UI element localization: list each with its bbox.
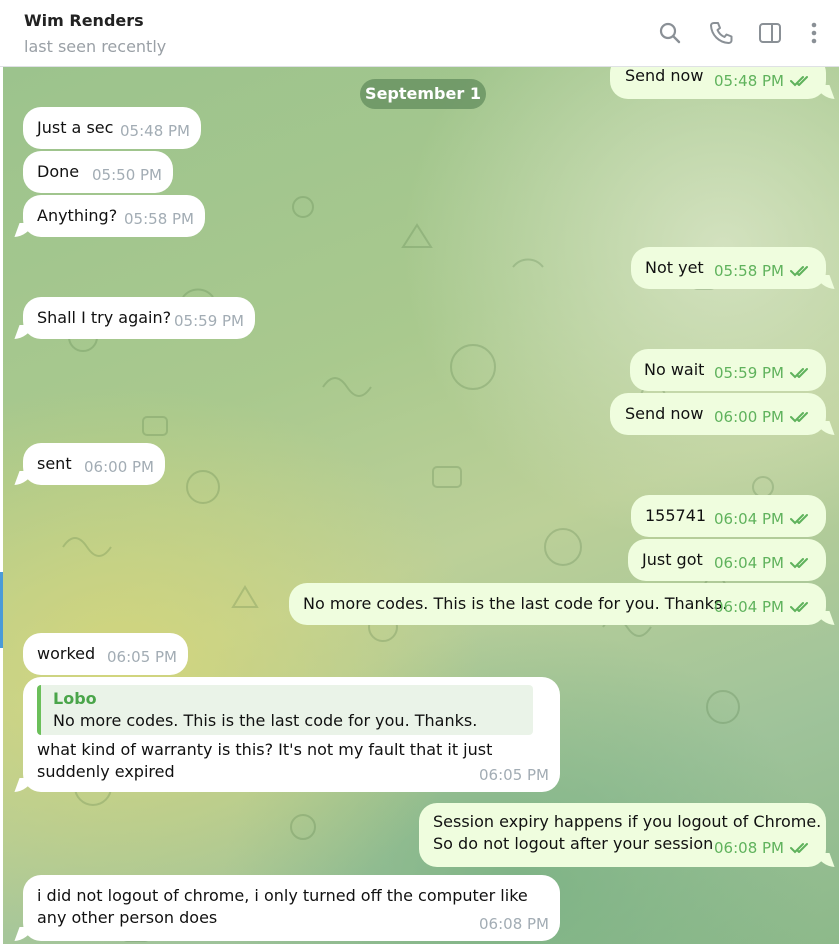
message-text: i did not logout of chrome, i only turne…: [37, 886, 528, 927]
message-bubble-incoming[interactable]: Done 05:50 PM: [23, 151, 173, 193]
message-time: 06:04 PM: [714, 510, 784, 528]
message-bubble-incoming[interactable]: Just a sec 05:48 PM: [23, 107, 201, 149]
reply-author: Lobo: [53, 689, 97, 708]
more-vertical-icon[interactable]: [801, 20, 827, 46]
double-check-icon: [790, 75, 812, 87]
chat-area[interactable]: September 1 Send now 05:48 PM Just a sec…: [3, 67, 839, 944]
message-text: No wait: [644, 360, 705, 379]
contact-status: last seen recently: [24, 37, 167, 56]
message-time: 06:05 PM: [107, 648, 177, 666]
message-bubble-outgoing[interactable]: Session expiry happens if you logout of …: [419, 803, 826, 867]
message-time: 06:05 PM: [479, 766, 549, 784]
message-time: 05:48 PM: [714, 72, 784, 90]
date-separator: September 1: [360, 79, 486, 109]
double-check-icon: [790, 265, 812, 277]
double-check-icon: [790, 513, 812, 525]
phone-icon[interactable]: [708, 20, 734, 46]
message-time: 06:08 PM: [479, 915, 549, 933]
sidebar-toggle-icon[interactable]: [757, 20, 783, 46]
message-text: No more codes. This is the last code for…: [303, 594, 728, 613]
reply-text: No more codes. This is the last code for…: [53, 711, 478, 730]
message-bubble-incoming[interactable]: sent 06:00 PM: [23, 443, 165, 485]
search-icon[interactable]: [657, 20, 683, 46]
message-time: 06:08 PM: [714, 839, 784, 857]
message-bubble-incoming[interactable]: worked 06:05 PM: [23, 633, 188, 675]
double-check-icon: [790, 411, 812, 423]
message-text: Just a sec: [37, 118, 114, 137]
message-text-line-1: Session expiry happens if you logout of …: [433, 812, 822, 831]
message-text: Send now: [625, 404, 704, 423]
message-text: what kind of warranty is this? It's not …: [37, 740, 493, 781]
message-bubble-outgoing[interactable]: 155741 06:04 PM: [631, 495, 826, 537]
message-bubble-outgoing[interactable]: Send now 06:00 PM: [610, 393, 826, 435]
double-check-icon: [790, 842, 812, 854]
message-time: 06:00 PM: [84, 458, 154, 476]
message-text: 155741: [645, 506, 707, 525]
message-text: Send now: [625, 67, 704, 85]
double-check-icon: [790, 367, 812, 379]
message-time: 05:59 PM: [174, 312, 244, 330]
message-time: 05:48 PM: [120, 122, 190, 140]
message-text: Anything?: [37, 206, 118, 225]
message-text: worked: [37, 644, 96, 663]
contact-name[interactable]: Wim Renders: [24, 11, 144, 30]
message-time: 05:50 PM: [92, 166, 162, 184]
message-time: 05:58 PM: [124, 210, 194, 228]
message-text: sent: [37, 454, 72, 473]
message-time: 06:00 PM: [714, 408, 784, 426]
message-bubble-outgoing[interactable]: Just got 06:04 PM: [628, 539, 826, 581]
message-bubble-outgoing[interactable]: Send now 05:48 PM: [610, 67, 826, 99]
message-text: Done: [37, 162, 80, 181]
message-bubble-outgoing[interactable]: No more codes. This is the last code for…: [289, 583, 826, 625]
message-time: 06:04 PM: [714, 598, 784, 616]
double-check-icon: [790, 557, 812, 569]
message-text: Just got: [642, 550, 703, 569]
message-bubble-incoming[interactable]: Shall I try again? 05:59 PM: [23, 297, 255, 339]
message-text: Shall I try again?: [37, 308, 172, 327]
message-text: Not yet: [645, 258, 704, 277]
message-time: 06:04 PM: [714, 554, 784, 572]
reply-quote[interactable]: Lobo No more codes. This is the last cod…: [37, 685, 533, 735]
message-bubble-incoming-reply[interactable]: Lobo No more codes. This is the last cod…: [23, 677, 560, 792]
message-time: 05:58 PM: [714, 262, 784, 280]
message-bubble-outgoing[interactable]: No wait 05:59 PM: [630, 349, 826, 391]
message-time: 05:59 PM: [714, 364, 784, 382]
message-bubble-incoming[interactable]: Anything? 05:58 PM: [23, 195, 205, 237]
message-bubble-outgoing[interactable]: Not yet 05:58 PM: [631, 247, 826, 289]
message-text-line-2: So do not logout after your session: [433, 834, 714, 853]
double-check-icon: [790, 601, 812, 613]
chat-header: Wim Renders last seen recently: [0, 0, 839, 67]
message-bubble-incoming[interactable]: i did not logout of chrome, i only turne…: [23, 875, 560, 941]
